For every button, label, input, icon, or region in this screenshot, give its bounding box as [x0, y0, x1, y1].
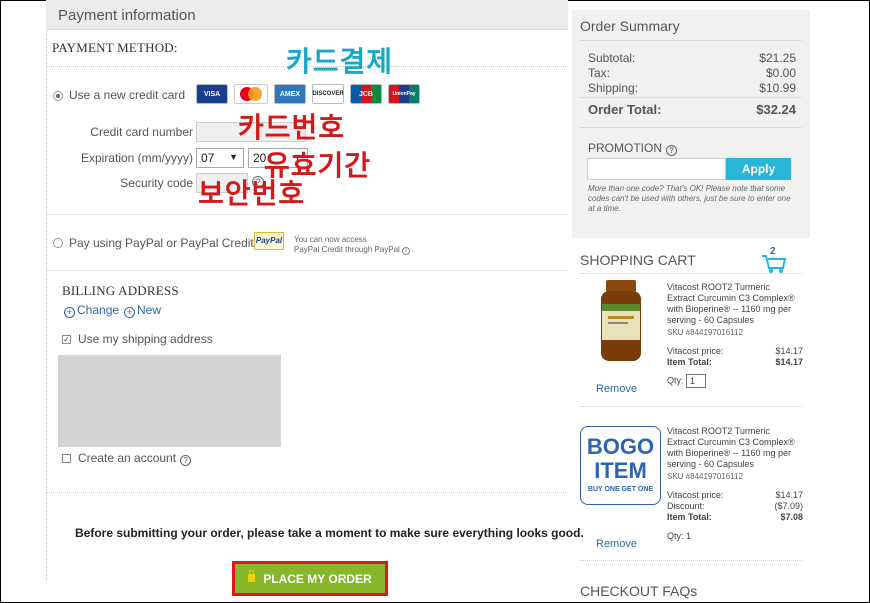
tax-label: Tax:	[588, 66, 611, 80]
plus-circle-icon: +	[124, 307, 135, 318]
discount-label: Discount:	[667, 501, 705, 511]
promo-code-input[interactable]	[587, 158, 726, 180]
item-total-label: Item Total:	[667, 512, 712, 522]
payment-header: Payment information	[46, 0, 568, 30]
paypal-label: Pay using PayPal or PayPal Credit	[69, 236, 254, 250]
divider	[580, 40, 802, 41]
price-value: $14.17	[775, 490, 803, 500]
place-order-button[interactable]: PLACE MY ORDER	[232, 561, 388, 596]
qty-row: Qty: 1	[667, 531, 692, 541]
discount-value: ($7.09)	[774, 501, 803, 511]
product-name[interactable]: Vitacost ROOT2 Turmeric Extract Curcumin…	[667, 426, 795, 470]
promotion-label: PROMOTION?	[588, 141, 677, 156]
remove-item-link[interactable]: Remove	[596, 538, 637, 550]
new-card-radio[interactable]	[53, 91, 63, 101]
use-shipping-checkbox[interactable]: ✓	[62, 335, 71, 344]
lock-icon	[248, 569, 256, 582]
create-account-checkbox[interactable]	[62, 454, 71, 463]
divider	[580, 406, 802, 407]
payment-header-title: Payment information	[58, 7, 196, 24]
shopping-cart-title: SHOPPING CART	[580, 252, 696, 268]
jcb-icon: JCB	[350, 84, 382, 104]
product-sku: SKU #844197016112	[667, 328, 743, 337]
product-name[interactable]: Vitacost ROOT2 Turmeric Extract Curcumin…	[667, 282, 795, 326]
exp-month-select[interactable]: 07 ▼	[196, 148, 244, 168]
subtotal-value: $21.25	[759, 51, 796, 65]
divider	[580, 127, 802, 128]
price-label: Vitacost price:	[667, 490, 724, 500]
price-value: $14.17	[775, 346, 803, 356]
paypal-note-2: PayPal Credit through PayPal i	[294, 244, 411, 255]
paypal-logo: PayPal	[254, 232, 284, 250]
product-sku: SKU #844197016112	[667, 472, 743, 481]
item-total-value: $14.17	[775, 357, 803, 367]
annotation-card-payment: 카드결제	[286, 45, 394, 78]
bogo-badge: BOGO ITEM BUY ONE GET ONE	[580, 426, 661, 505]
product-image[interactable]	[598, 280, 644, 362]
divider	[580, 560, 802, 561]
card-number-label: Credit card number	[90, 125, 193, 139]
order-summary-title: Order Summary	[580, 18, 680, 34]
divider	[47, 270, 568, 271]
shipping-value: $10.99	[759, 81, 796, 95]
item-total-label: Item Total:	[667, 357, 712, 367]
discover-icon: DISCOVER	[312, 84, 344, 104]
change-address-link[interactable]: + Change	[64, 303, 119, 318]
annotation-card-number: 카드번호	[238, 111, 346, 144]
tax-value: $0.00	[765, 66, 796, 80]
address-placeholder-box	[58, 355, 281, 447]
subtotal-label: Subtotal:	[588, 51, 636, 65]
billing-heading: BILLING ADDRESS	[62, 283, 179, 298]
create-account-label: Create an account?	[78, 451, 192, 466]
promo-note: More than one code? That's OK! Please no…	[588, 184, 791, 213]
qty-input[interactable]: 1	[686, 374, 707, 388]
price-label: Vitacost price:	[667, 346, 724, 356]
divider	[47, 214, 568, 215]
expiration-label: Expiration (mm/yyyy)	[80, 151, 193, 165]
help-icon: ?	[180, 455, 192, 466]
new-address-link[interactable]: + New	[124, 303, 161, 318]
mastercard-icon	[234, 84, 268, 104]
amex-icon: AMEX	[274, 84, 306, 104]
apply-promo-button[interactable]: Apply	[726, 158, 791, 180]
help-icon: ?	[666, 145, 677, 156]
annotation-security: 보안번호	[198, 177, 306, 210]
plus-circle-icon: +	[64, 307, 75, 318]
cart-icon: 2	[760, 246, 787, 273]
qty-row: Qty: 1	[667, 374, 707, 388]
shipping-label: Shipping:	[588, 81, 639, 95]
divider	[580, 97, 802, 98]
paypal-radio[interactable]	[53, 238, 63, 248]
order-total-value: $32.24	[756, 102, 796, 117]
checkout-faqs-title[interactable]: CHECKOUT FAQs	[580, 583, 697, 599]
info-icon: i	[402, 247, 411, 255]
use-shipping-label: Use my shipping address	[78, 332, 213, 346]
visa-icon: VISA	[196, 84, 228, 104]
new-card-label: Use a new credit card	[69, 88, 186, 102]
security-code-label: Security code	[120, 176, 193, 190]
remove-item-link[interactable]: Remove	[596, 383, 637, 395]
unionpay-icon: UnionPay	[388, 84, 420, 104]
item-total-value: $7.08	[780, 512, 803, 522]
divider	[47, 492, 568, 493]
review-notice: Before submitting your order, please tak…	[75, 526, 584, 540]
order-total-label: Order Total:	[588, 102, 662, 117]
payment-method-heading: PAYMENT METHOD:	[52, 40, 178, 55]
divider	[580, 273, 802, 274]
